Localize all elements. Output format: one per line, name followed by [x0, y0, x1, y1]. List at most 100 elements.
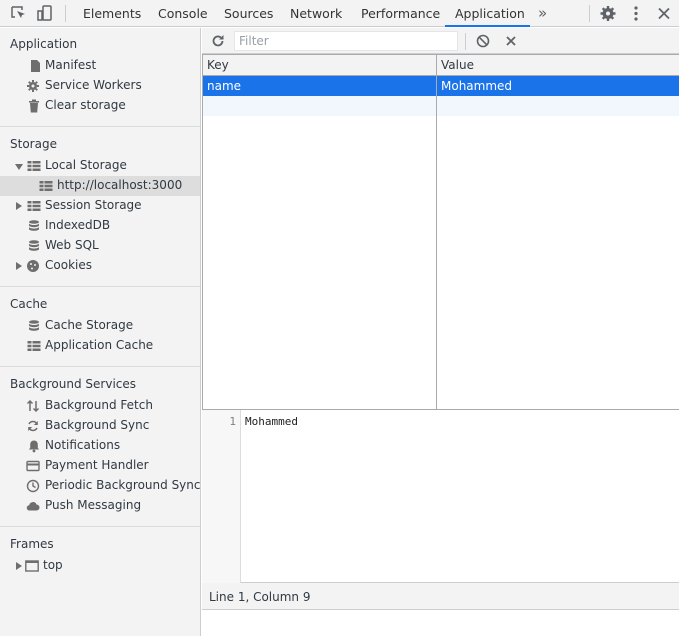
clock-icon	[26, 479, 40, 493]
column-header-key[interactable]: Key	[203, 55, 436, 76]
sidebar-item-cookies[interactable]: Cookies	[0, 256, 200, 276]
sidebar-item-notifications[interactable]: Notifications	[0, 436, 200, 456]
device-toolbar-icon[interactable]	[35, 4, 55, 23]
sync-icon	[26, 419, 40, 433]
line-number-gutter: 1	[202, 410, 241, 583]
table-icon	[27, 159, 41, 173]
section-title-storage: Storage	[10, 137, 57, 151]
grid-header: Key Value	[203, 55, 679, 76]
table-icon	[39, 179, 53, 193]
devtools-tab-bar: Elements Console Sources Network Perform…	[0, 0, 679, 27]
expand-arrow-icon[interactable]	[15, 164, 23, 170]
tab-performance[interactable]: Performance	[361, 0, 440, 27]
sidebar-item-session-storage[interactable]: Session Storage	[0, 196, 200, 216]
section-title-background-services: Background Services	[10, 377, 137, 391]
cell-value[interactable]: Mohammed	[437, 76, 512, 96]
sidebar-item-label: IndexedDB	[45, 218, 111, 232]
toolbar-divider	[65, 5, 66, 22]
sidebar-item-frame-top[interactable]: top	[0, 556, 200, 576]
up-down-arrows-icon	[26, 399, 40, 413]
card-icon	[26, 459, 40, 473]
sidebar-item-label: Session Storage	[45, 198, 142, 212]
sidebar-item-label: Manifest	[45, 58, 97, 72]
sidebar-item-label: Service Workers	[45, 78, 142, 92]
application-sidebar: Application Manifest Service Workers Cle…	[0, 28, 201, 636]
sidebar-item-periodic-background-sync[interactable]: Periodic Background Sync	[0, 476, 201, 496]
sidebar-item-localhost-origin[interactable]: http://localhost:3000	[0, 176, 200, 196]
gear-icon[interactable]	[598, 4, 618, 23]
section-divider	[0, 366, 200, 367]
table-row-empty[interactable]	[203, 96, 679, 116]
database-icon	[27, 319, 41, 333]
column-header-value[interactable]: Value	[437, 55, 679, 76]
collapse-arrow-icon[interactable]	[16, 202, 22, 210]
sidebar-item-label: Payment Handler	[45, 458, 149, 472]
sidebar-item-manifest[interactable]: Manifest	[0, 56, 200, 76]
tab-network[interactable]: Network	[290, 0, 342, 27]
table-row[interactable]: name Mohammed	[203, 76, 679, 96]
cursor-position: Line 1, Column 9	[209, 590, 311, 604]
sidebar-item-local-storage[interactable]: Local Storage	[0, 156, 200, 176]
section-divider	[0, 286, 200, 287]
filter-input[interactable]	[234, 31, 458, 51]
refresh-icon[interactable]	[210, 33, 226, 49]
database-icon	[27, 219, 41, 233]
storage-toolbar	[202, 28, 679, 54]
section-title-application: Application	[10, 37, 78, 51]
sidebar-item-label: Notifications	[45, 438, 121, 452]
sidebar-item-label: Push Messaging	[45, 498, 142, 512]
chevron-double-right-icon[interactable]: »	[538, 4, 547, 22]
storage-data-grid: Key Value name Mohammed	[202, 54, 679, 410]
sidebar-item-background-fetch[interactable]: Background Fetch	[0, 396, 200, 416]
frame-icon	[25, 559, 39, 573]
database-icon	[27, 239, 41, 253]
cloud-icon	[26, 499, 40, 513]
section-title-frames: Frames	[10, 537, 54, 551]
kebab-menu-icon[interactable]	[626, 4, 646, 23]
sidebar-item-label: Cookies	[45, 258, 92, 272]
preview-content[interactable]: Mohammed	[245, 415, 298, 428]
toolbar-divider	[589, 5, 590, 22]
status-bar: Line 1, Column 9	[202, 583, 679, 610]
sidebar-item-label: http://localhost:3000	[57, 178, 183, 192]
sidebar-item-label: Background Fetch	[45, 398, 153, 412]
inspect-element-icon[interactable]	[9, 4, 29, 23]
sidebar-item-service-workers[interactable]: Service Workers	[0, 76, 200, 96]
column-divider[interactable]	[436, 55, 437, 409]
collapse-arrow-icon[interactable]	[16, 262, 22, 270]
sidebar-item-label: Local Storage	[45, 158, 127, 172]
sidebar-item-push-messaging[interactable]: Push Messaging	[0, 496, 200, 516]
tab-console[interactable]: Console	[158, 0, 208, 27]
tab-sources[interactable]: Sources	[224, 0, 273, 27]
sidebar-item-cache-storage[interactable]: Cache Storage	[0, 316, 200, 336]
sidebar-item-label: Periodic Background Sync	[45, 478, 201, 492]
sidebar-item-indexeddb[interactable]: IndexedDB	[0, 216, 200, 236]
file-icon	[28, 59, 42, 73]
sidebar-item-payment-handler[interactable]: Payment Handler	[0, 456, 200, 476]
table-icon	[27, 199, 41, 213]
toolbar-divider	[465, 33, 466, 50]
tab-application[interactable]: Application	[455, 0, 525, 27]
gear-icon	[26, 79, 40, 93]
bell-icon	[27, 439, 41, 453]
cell-key[interactable]: name	[203, 76, 241, 96]
sidebar-item-clear-storage[interactable]: Clear storage	[0, 96, 200, 116]
section-title-cache: Cache	[10, 297, 48, 311]
tab-elements[interactable]: Elements	[83, 0, 141, 27]
sidebar-item-web-sql[interactable]: Web SQL	[0, 236, 200, 256]
sidebar-item-label: Web SQL	[45, 238, 99, 252]
close-icon[interactable]	[654, 4, 674, 23]
sidebar-item-label: top	[43, 558, 63, 572]
line-number: 1	[229, 415, 236, 428]
cookie-icon	[26, 259, 40, 273]
clear-all-icon[interactable]	[475, 33, 491, 49]
section-divider	[0, 526, 200, 527]
sidebar-item-label: Clear storage	[45, 98, 126, 112]
delete-selected-icon[interactable]	[503, 33, 519, 49]
sidebar-item-application-cache[interactable]: Application Cache	[0, 336, 200, 356]
collapse-arrow-icon[interactable]	[16, 562, 22, 570]
sidebar-item-background-sync[interactable]: Background Sync	[0, 416, 200, 436]
local-storage-panel: Key Value name Mohammed 1 Mohammed Line …	[202, 28, 679, 636]
trash-icon	[27, 99, 41, 113]
value-preview: 1 Mohammed	[202, 410, 679, 583]
